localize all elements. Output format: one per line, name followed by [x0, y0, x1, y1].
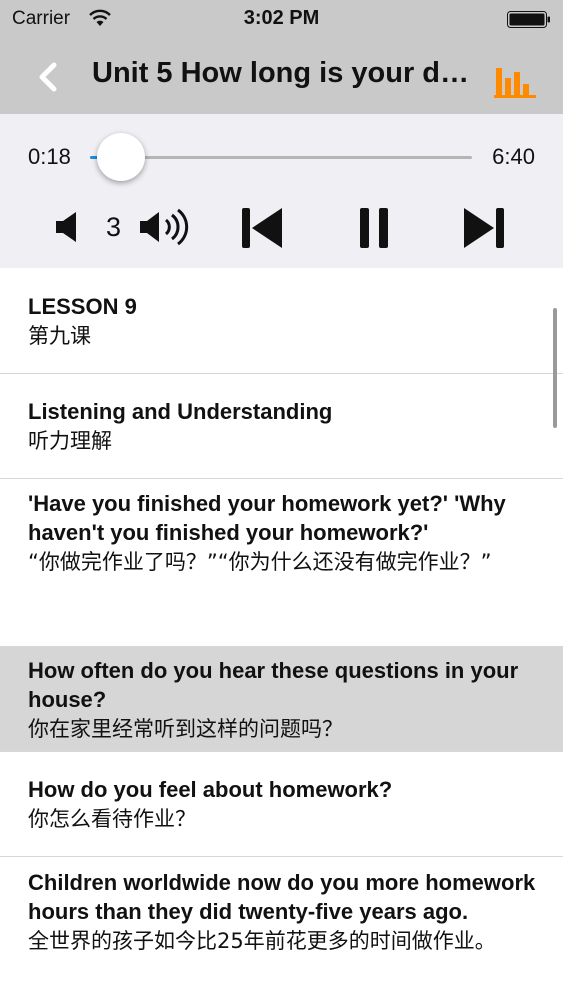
progress-slider[interactable] [90, 156, 472, 159]
duration: 6:40 [492, 144, 535, 169]
volume-up-icon[interactable] [138, 208, 190, 246]
list-item-chinese: 第九课 [28, 324, 91, 348]
pause-icon[interactable] [358, 206, 390, 250]
volume-level: 3 [106, 212, 122, 242]
progress-thumb[interactable] [97, 133, 146, 181]
previous-track-icon[interactable] [240, 206, 284, 250]
list-item-chinese: 全世界的孩子如今比25年前花更多的时间做作业。 [28, 929, 496, 953]
list-item[interactable]: How often do you hear these questions in… [0, 647, 563, 752]
chevron-left-icon[interactable] [34, 60, 64, 94]
list-item[interactable]: 'Have you finished your homework yet?' '… [0, 479, 563, 647]
list-item-chinese: 你在家里经常听到这样的问题吗？ [28, 717, 343, 741]
list-item-chinese: 听力理解 [28, 429, 112, 453]
status-time: 3:02 PM [243, 7, 320, 29]
lesson-list[interactable]: LESSON 9 第九课 Listening and Understanding… [0, 268, 563, 1000]
list-item[interactable]: LESSON 9 第九课 [0, 268, 563, 374]
list-item-english: Children worldwide now do you more homew… [28, 870, 536, 924]
list-item[interactable]: How do you feel about homework? 你怎么看待作业？ [0, 752, 563, 857]
audio-player: 0:18 6:40 3 [0, 114, 563, 268]
list-item-chinese: “你做完作业了吗？”“你为什么还没有做完作业？” [28, 550, 492, 574]
navigation-bar: Unit 5 How long is your day? [0, 40, 563, 114]
status-bar: Carrier 3:02 PM [0, 0, 563, 40]
next-track-icon[interactable] [462, 206, 506, 250]
list-item[interactable]: Listening and Understanding 听力理解 [0, 374, 563, 479]
bar-chart-icon[interactable] [494, 64, 536, 98]
list-item-chinese: 你怎么看待作业？ [28, 807, 196, 831]
list-item-english: How often do you hear these questions in… [28, 658, 519, 712]
volume-down-icon[interactable] [54, 211, 82, 243]
page-title: Unit 5 How long is your day? [92, 57, 480, 89]
list-item[interactable]: Children worldwide now do you more homew… [0, 857, 563, 1000]
list-item-english: How do you feel about homework? [28, 777, 393, 802]
battery-icon [507, 11, 550, 28]
current-time: 0:18 [28, 144, 71, 169]
scrollbar[interactable] [553, 308, 557, 428]
list-item-english: LESSON 9 [28, 294, 137, 319]
list-item-english: Listening and Understanding [28, 399, 333, 424]
list-item-english: 'Have you finished your homework yet?' '… [28, 491, 506, 545]
